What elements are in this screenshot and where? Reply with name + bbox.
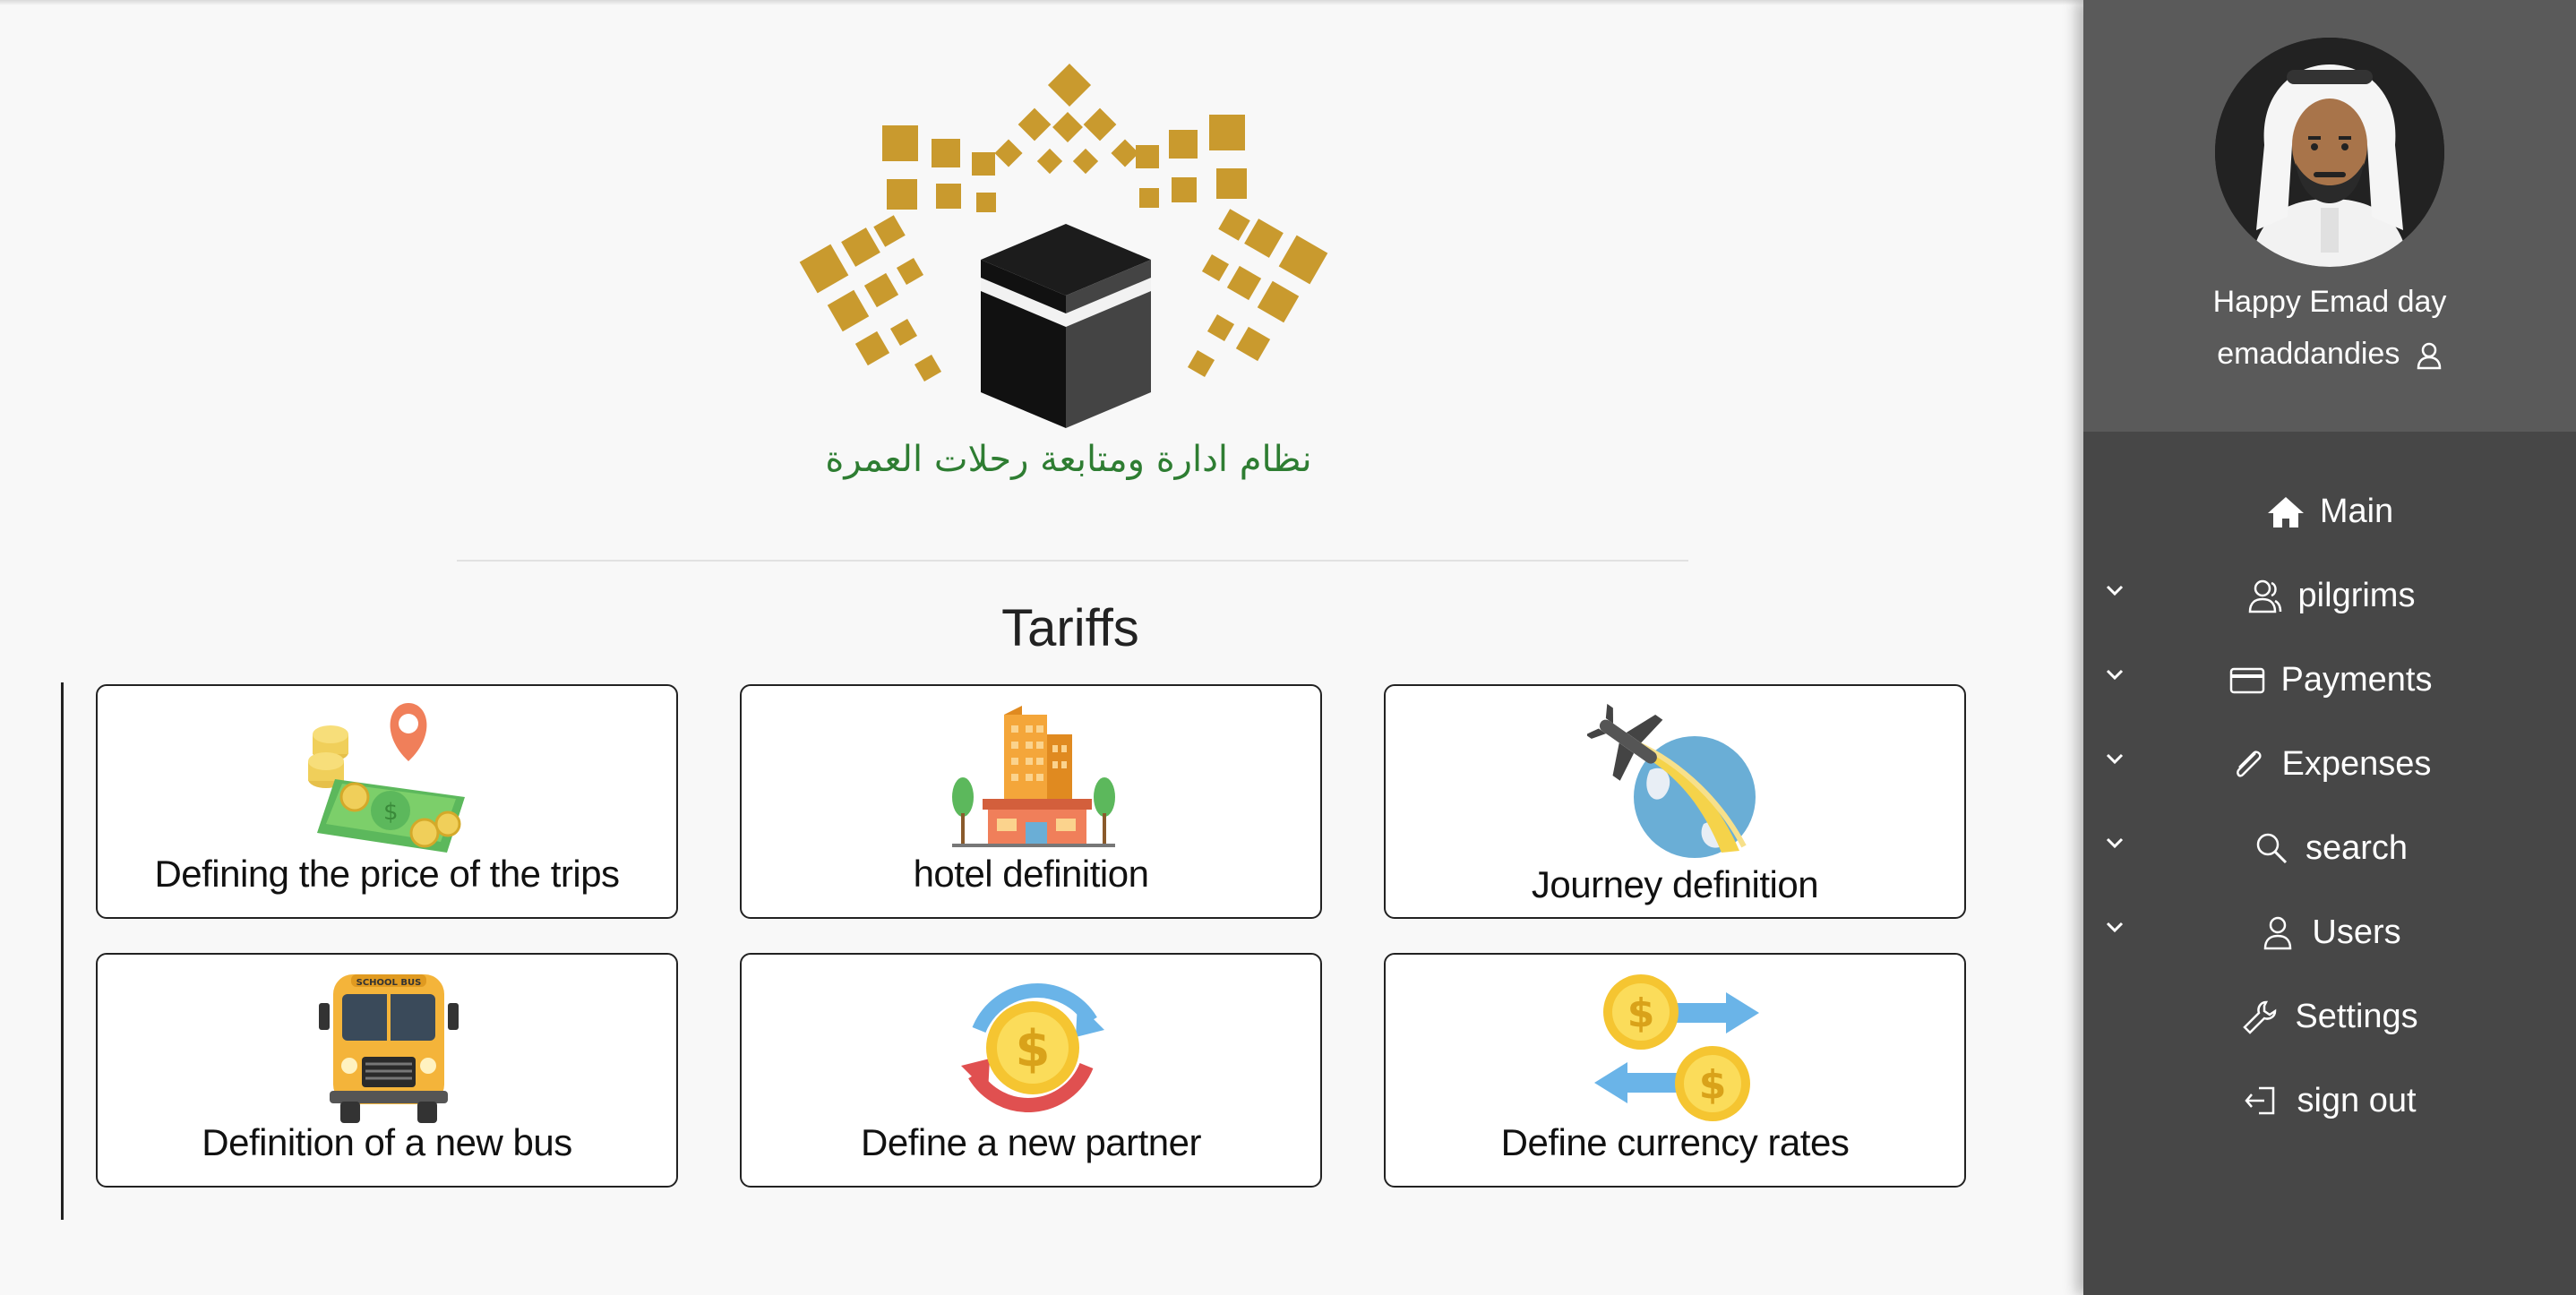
card-journey[interactable]: Journey definition <box>1384 684 1966 919</box>
card-new-partner[interactable]: $ Define a new partner <box>740 953 1322 1188</box>
menu-item-sign-out[interactable]: sign out <box>2083 1064 2576 1148</box>
school-bus-icon: SCHOOL BUS <box>319 974 459 1123</box>
card-label: Define a new partner <box>861 1121 1201 1163</box>
menu-label: Users <box>2312 913 2401 951</box>
menu-item-settings[interactable]: Settings <box>2083 980 2576 1064</box>
paperclip-icon <box>2236 750 2262 777</box>
card-label: hotel definition <box>913 853 1149 895</box>
menu-label: Settings <box>2295 997 2418 1035</box>
wrench-icon <box>2243 1000 2277 1034</box>
card-label: Defining the price of the trips <box>154 853 620 895</box>
svg-text:$: $ <box>1016 1020 1051 1078</box>
svg-text:$: $ <box>1627 991 1655 1036</box>
menu-item-search[interactable]: search <box>2083 811 2576 896</box>
home-icon <box>2267 496 2304 527</box>
menu-item-pilgrims[interactable]: pilgrims <box>2083 559 2576 643</box>
card-label: Journey definition <box>1531 863 1819 905</box>
users-icon <box>2248 579 2281 613</box>
svg-text:$: $ <box>383 799 399 826</box>
username-row: emaddandies <box>2083 337 2576 372</box>
main-content: نظام ادارة ومتابعة رحلات العمرة Tariffs … <box>0 0 2083 1295</box>
menu-label: search <box>2305 828 2409 867</box>
profile-panel: Happy Emad day emaddandies <box>2083 0 2576 432</box>
credit-card-icon <box>2229 667 2264 694</box>
sidebar-menu: Main pilgrims Payments Expenses search U… <box>2083 475 2576 1148</box>
menu-item-expenses[interactable]: Expenses <box>2083 727 2576 811</box>
divider <box>457 560 1688 562</box>
kaaba-logo <box>799 63 1328 428</box>
card-trip-price[interactable]: $ Defining the price of the trips <box>96 684 678 919</box>
bus-sign-text: SCHOOL BUS <box>356 978 422 988</box>
sidebar: Happy Emad day emaddandies Main pilgrims… <box>2083 0 2576 1295</box>
sign-out-icon <box>2245 1086 2275 1115</box>
user-avatar-icon <box>2215 38 2444 267</box>
vertical-rule <box>61 682 64 1220</box>
plane-globe-icon <box>1587 703 1756 858</box>
menu-label: sign out <box>2297 1081 2417 1119</box>
menu-item-users[interactable]: Users <box>2083 896 2576 980</box>
card-new-bus[interactable]: SCHOOL BUS Definition of a new bus <box>96 953 678 1188</box>
user-icon <box>2264 916 2292 950</box>
search-icon <box>2256 833 2288 864</box>
card-label: Define currency rates <box>1500 1121 1850 1163</box>
logo-caption: نظام ادارة ومتابعة رحلات العمرة <box>825 439 1312 480</box>
card-currency-rates[interactable]: $ $ Define currency rates <box>1384 953 1966 1188</box>
hotel-icon <box>952 706 1115 847</box>
coin-cycle-icon: $ <box>961 983 1104 1112</box>
greeting-text: Happy Emad day <box>2212 285 2447 319</box>
user-outline-icon <box>2417 342 2442 370</box>
currency-exchange-icon: $ $ <box>1594 974 1759 1121</box>
svg-text:$: $ <box>1699 1062 1727 1108</box>
money-location-icon: $ <box>308 703 465 853</box>
card-label: Definition of a new bus <box>202 1121 572 1163</box>
card-hotel[interactable]: hotel definition <box>740 684 1322 919</box>
menu-label: pilgrims <box>2297 576 2416 614</box>
menu-item-payments[interactable]: Payments <box>2083 643 2576 727</box>
menu-item-main[interactable]: Main <box>2083 475 2576 559</box>
section-title: Tariffs <box>1001 599 1139 657</box>
menu-label: Main <box>2319 492 2394 530</box>
menu-label: Expenses <box>2281 744 2432 783</box>
menu-label: Payments <box>2280 660 2433 699</box>
avatar <box>2215 38 2444 267</box>
username-text: emaddandies <box>2217 337 2400 371</box>
